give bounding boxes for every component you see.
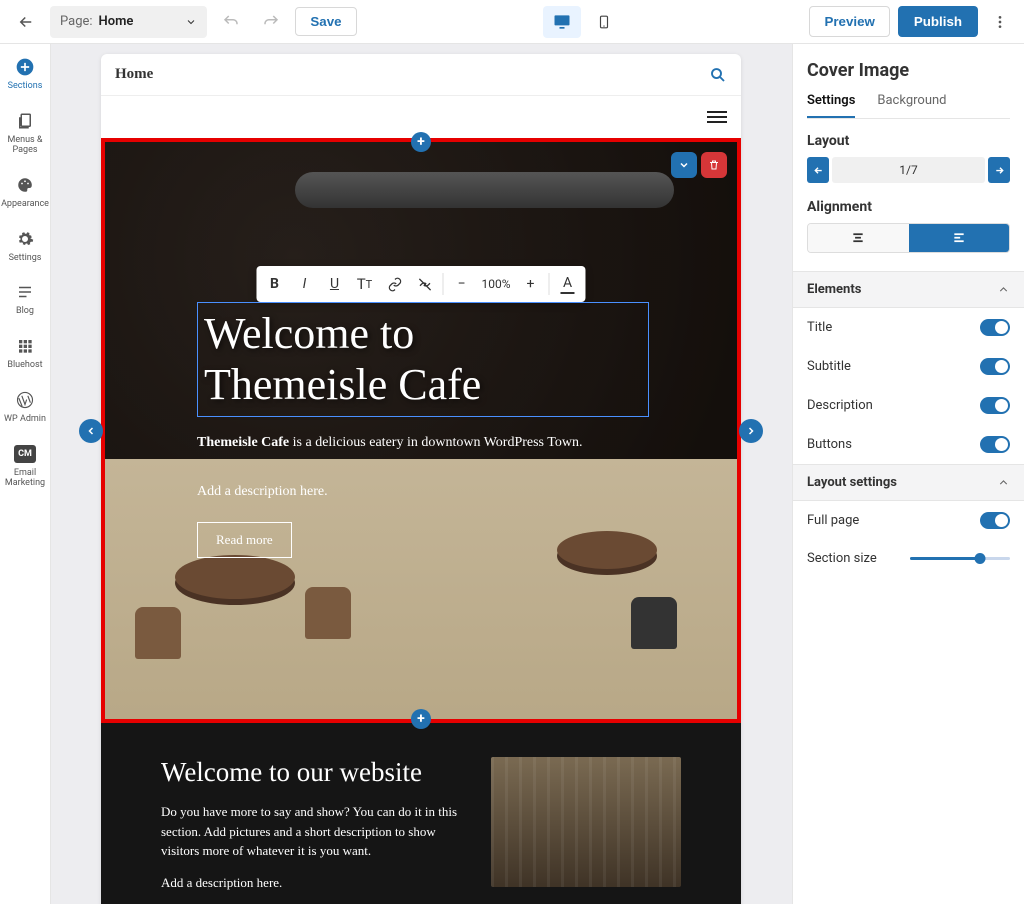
- add-section-below[interactable]: +: [411, 709, 431, 729]
- text-format-toolbar: B I U TT − 100% + A: [256, 266, 585, 302]
- bold-button[interactable]: B: [260, 270, 288, 298]
- site-title[interactable]: Home: [115, 66, 153, 83]
- layout-stepper: 1/7: [807, 157, 1010, 183]
- nav-settings[interactable]: Settings: [0, 226, 50, 266]
- desktop-view-button[interactable]: [543, 6, 581, 38]
- layout-next-button[interactable]: [988, 157, 1010, 183]
- nav-bluehost[interactable]: Bluehost: [0, 333, 50, 373]
- search-icon[interactable]: [709, 66, 727, 84]
- nav-blog[interactable]: Blog: [0, 279, 50, 319]
- nav-menus-pages[interactable]: Menus & Pages: [0, 108, 50, 158]
- unlink-button[interactable]: [410, 270, 438, 298]
- left-sidebar: Sections Menus & Pages Appearance Settin…: [0, 44, 51, 904]
- page-canvas[interactable]: Home + +: [101, 54, 741, 904]
- publish-button[interactable]: Publish: [898, 6, 978, 37]
- layout-settings-accordion-header[interactable]: Layout settings: [793, 464, 1024, 501]
- section2-title[interactable]: Welcome to our website: [161, 757, 467, 788]
- layout-label: Layout: [807, 133, 1010, 149]
- page-selector-label: Page:: [60, 14, 93, 29]
- block-delete-button[interactable]: [701, 152, 727, 178]
- prev-section-handle[interactable]: [79, 419, 103, 443]
- el-description-label: Description: [807, 398, 873, 413]
- site-header: Home: [101, 54, 741, 96]
- text-size-button[interactable]: TT: [350, 270, 378, 298]
- align-left-button[interactable]: [909, 224, 1010, 252]
- el-title-label: Title: [807, 320, 832, 335]
- next-section-handle[interactable]: [739, 419, 763, 443]
- block-expand-button[interactable]: [671, 152, 697, 178]
- el-buttons-label: Buttons: [807, 437, 852, 452]
- nav-sections[interactable]: Sections: [0, 54, 50, 94]
- cm-icon: CM: [14, 443, 36, 465]
- full-page-label: Full page: [807, 513, 859, 528]
- align-center-button[interactable]: [808, 224, 909, 252]
- toggle-buttons[interactable]: [980, 436, 1010, 453]
- gear-icon: [14, 228, 36, 250]
- device-switcher: [543, 6, 623, 38]
- palette-icon: [14, 174, 36, 196]
- hero-title[interactable]: Welcome toThemeisle Cafe: [198, 303, 648, 416]
- wordpress-icon: [14, 389, 36, 411]
- redo-button[interactable]: [255, 6, 287, 38]
- read-more-button[interactable]: Read more: [197, 522, 292, 558]
- layout-count: 1/7: [832, 157, 985, 183]
- alignment-label: Alignment: [807, 199, 1010, 215]
- chevron-up-icon: [997, 283, 1010, 296]
- more-menu-button[interactable]: [986, 6, 1014, 38]
- cover-section[interactable]: + + B I U TT − 100%: [101, 138, 741, 723]
- page-selector-value: Home: [99, 14, 134, 29]
- preview-button[interactable]: Preview: [809, 6, 889, 37]
- toggle-title[interactable]: [980, 319, 1010, 336]
- hero-subtitle[interactable]: Themeisle Cafe is a delicious eatery in …: [197, 432, 617, 453]
- intro-section[interactable]: Welcome to our website Do you have more …: [101, 723, 741, 904]
- panel-title: Cover Image: [807, 60, 1010, 81]
- mobile-view-button[interactable]: [585, 6, 623, 38]
- section-size-label: Section size: [807, 551, 877, 566]
- top-toolbar: Page: Home Save Preview Publish: [0, 0, 1024, 44]
- chevron-down-icon: [185, 16, 197, 28]
- nav-appearance[interactable]: Appearance: [0, 172, 50, 212]
- panel-tabs: Settings Background: [807, 93, 1010, 119]
- tab-settings[interactable]: Settings: [807, 93, 855, 118]
- toggle-full-page[interactable]: [980, 512, 1010, 529]
- pages-icon: [14, 110, 36, 132]
- section2-text[interactable]: Do you have more to say and show? You ca…: [161, 802, 467, 861]
- hero-title-selection[interactable]: Welcome toThemeisle Cafe: [197, 302, 649, 417]
- hamburger-menu-icon[interactable]: [707, 111, 727, 123]
- toggle-description[interactable]: [980, 397, 1010, 414]
- nav-email-marketing[interactable]: CM Email Marketing: [0, 441, 50, 491]
- link-button[interactable]: [380, 270, 408, 298]
- page-selector[interactable]: Page: Home: [50, 6, 207, 38]
- save-button[interactable]: Save: [295, 7, 356, 36]
- canvas-area: Home + +: [51, 44, 792, 904]
- nav-wpadmin[interactable]: WP Admin: [0, 387, 50, 427]
- alignment-control: [807, 223, 1010, 253]
- zoom-in-button[interactable]: +: [517, 270, 545, 298]
- add-section-above[interactable]: +: [411, 132, 431, 152]
- zoom-level: 100%: [477, 277, 514, 291]
- grid-icon: [14, 335, 36, 357]
- section2-desc[interactable]: Add a description here.: [161, 873, 467, 893]
- plus-circle-icon: [14, 56, 36, 78]
- elements-accordion-header[interactable]: Elements: [793, 271, 1024, 308]
- layout-prev-button[interactable]: [807, 157, 829, 183]
- section2-image[interactable]: [491, 757, 681, 887]
- properties-panel: Cover Image Settings Background Layout 1…: [792, 44, 1024, 904]
- text-color-button[interactable]: A: [554, 270, 582, 298]
- underline-button[interactable]: U: [320, 270, 348, 298]
- chevron-up-icon: [997, 476, 1010, 489]
- toggle-subtitle[interactable]: [980, 358, 1010, 375]
- el-subtitle-label: Subtitle: [807, 359, 851, 374]
- blog-icon: [14, 281, 36, 303]
- section-size-slider[interactable]: [910, 557, 1010, 560]
- block-controls: [671, 152, 727, 178]
- hero-description[interactable]: Add a description here.: [197, 484, 328, 500]
- tab-background[interactable]: Background: [877, 93, 946, 118]
- zoom-out-button[interactable]: −: [447, 270, 475, 298]
- undo-button[interactable]: [215, 6, 247, 38]
- back-button[interactable]: [10, 6, 42, 38]
- italic-button[interactable]: I: [290, 270, 318, 298]
